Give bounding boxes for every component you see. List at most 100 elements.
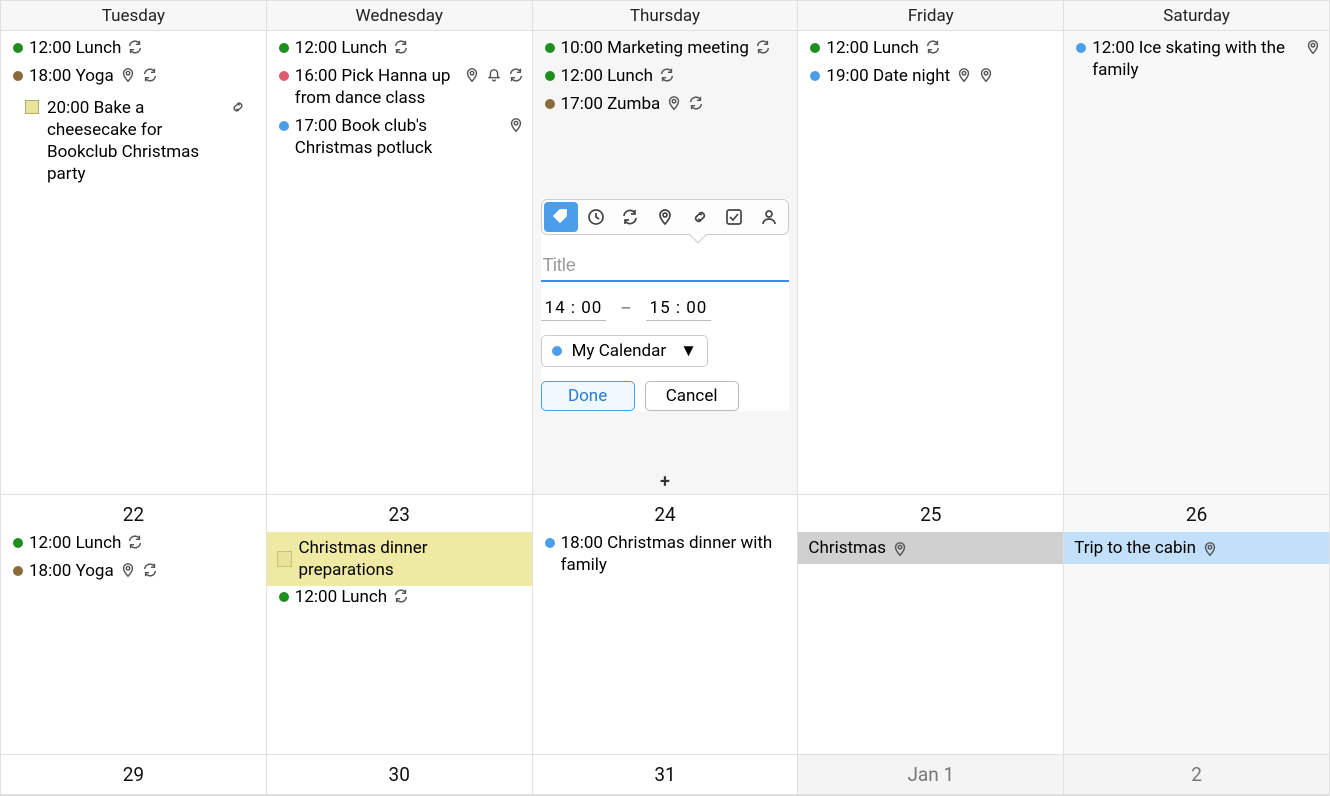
- repeat-icon: [393, 39, 409, 55]
- quick-add-popup: 14 : 00 – 15 : 00 My Calendar ▼ Done Can…: [541, 199, 790, 411]
- calendar-event[interactable]: 12:00 Lunch: [810, 37, 1055, 59]
- day-cell[interactable]: 12:00 Lunch 16:00 Pick Hanna up from dan…: [267, 31, 533, 495]
- events-list: 12:00 Lunch 19:00 Date night: [798, 37, 1063, 87]
- date-label: 22: [1, 503, 266, 526]
- week-row: 22 12:00 Lunch 18:00 Yoga 23 Christmas d…: [1, 495, 1329, 755]
- day-cell[interactable]: 26 Trip to the cabin: [1064, 495, 1329, 755]
- time-dash: –: [620, 299, 631, 319]
- calendar-event[interactable]: 12:00 Lunch: [13, 37, 258, 59]
- event-title: Lunch: [873, 38, 919, 58]
- calendar-event[interactable]: 12:00 Lunch: [279, 37, 524, 59]
- event-time: 18:00: [29, 66, 71, 86]
- tool-repeat[interactable]: [613, 202, 648, 232]
- tool-tag[interactable]: [544, 202, 579, 232]
- event-color-dot: [13, 566, 23, 576]
- calendar-select-label: My Calendar: [572, 341, 667, 361]
- day-cell[interactable]: 30: [267, 755, 533, 795]
- event-time: 12:00: [295, 587, 337, 607]
- calendar-event[interactable]: 17:00 Book club's Christmas potluck: [279, 115, 524, 159]
- event-color-dot: [279, 121, 289, 131]
- event-time: 16:00: [295, 66, 337, 86]
- day-cell[interactable]: 12:00 Lunch 18:00 Yoga 20:00 Bake a chee…: [1, 31, 267, 495]
- day-cell[interactable]: 12:00 Lunch 19:00 Date night: [798, 31, 1064, 495]
- event-time: 12:00: [29, 38, 71, 58]
- bell-icon: [486, 67, 502, 83]
- location-icon: [1305, 39, 1321, 55]
- weekday-header-cell: Friday: [798, 1, 1064, 31]
- events-list: 12:00 Lunch 18:00 Yoga: [1, 532, 266, 582]
- date-label: 30: [267, 763, 532, 786]
- calendar-event[interactable]: 10:00 Marketing meeting: [545, 37, 790, 59]
- calendar-event[interactable]: 12:00 Lunch: [279, 586, 524, 608]
- event-time: 18:00: [561, 533, 603, 553]
- start-time-field[interactable]: 14 : 00: [541, 296, 607, 321]
- allday-bar-event[interactable]: Trip to the cabin: [1064, 532, 1329, 564]
- location-icon: [978, 67, 994, 83]
- date-label: 23: [267, 503, 532, 526]
- event-title: Lunch: [341, 38, 387, 58]
- tool-checklist[interactable]: [717, 202, 752, 232]
- allday-bar-event[interactable]: Christmas: [798, 532, 1063, 564]
- location-icon: [1202, 541, 1218, 557]
- location-icon: [120, 562, 136, 578]
- event-color-dot: [810, 43, 820, 53]
- tool-location[interactable]: [648, 202, 683, 232]
- events-list: 10:00 Marketing meeting 12:00 Lunch 17:0…: [533, 37, 798, 115]
- weekday-header-cell: Tuesday: [1, 1, 267, 31]
- cancel-button[interactable]: Cancel: [645, 381, 739, 411]
- repeat-icon: [127, 534, 143, 550]
- calendar-event[interactable]: 19:00 Date night: [810, 65, 1055, 87]
- calendar-event[interactable]: 12:00 Lunch: [13, 532, 258, 554]
- tool-attendees[interactable]: [752, 202, 787, 232]
- day-cell[interactable]: 29: [1, 755, 267, 795]
- end-time-field[interactable]: 15 : 00: [646, 296, 712, 321]
- calendar-event[interactable]: 12:00 Ice skating with the family: [1076, 37, 1321, 81]
- add-event-button[interactable]: +: [660, 471, 670, 492]
- event-color-dot: [13, 538, 23, 548]
- date-label: Jan 1: [798, 763, 1063, 786]
- done-button[interactable]: Done: [541, 381, 635, 411]
- caret-down-icon: ▼: [680, 341, 697, 361]
- event-time: 12:00: [29, 533, 71, 553]
- calendar-event[interactable]: 18:00 Yoga: [13, 560, 258, 582]
- day-cell[interactable]: 23 Christmas dinner preparations 12:00 L…: [267, 495, 533, 755]
- event-title-input[interactable]: [541, 251, 790, 282]
- event-title: Yoga: [76, 561, 114, 581]
- event-color-dot: [279, 71, 289, 81]
- repeat-icon: [142, 67, 158, 83]
- event-title: Lunch: [76, 533, 122, 553]
- day-cell[interactable]: 22 12:00 Lunch 18:00 Yoga: [1, 495, 267, 755]
- events-list: 12:00 Lunch 16:00 Pick Hanna up from dan…: [267, 37, 532, 159]
- calendar-event[interactable]: 12:00 Lunch: [545, 65, 790, 87]
- calendar-event[interactable]: 17:00 Zumba: [545, 93, 790, 115]
- calendar-select[interactable]: My Calendar ▼: [541, 335, 708, 367]
- date-label: 29: [1, 763, 266, 786]
- repeat-icon: [142, 562, 158, 578]
- day-cell[interactable]: 12:00 Ice skating with the family: [1064, 31, 1329, 495]
- repeat-icon: [659, 67, 675, 83]
- link-icon: [230, 99, 246, 115]
- calendar-event[interactable]: 16:00 Pick Hanna up from dance class: [279, 65, 524, 109]
- allday-event[interactable]: 20:00 Bake a cheesecake for Bookclub Chr…: [17, 93, 254, 189]
- calendar-event[interactable]: 18:00 Christmas dinner with family: [545, 532, 790, 576]
- day-cell[interactable]: 24 18:00 Christmas dinner with family: [533, 495, 799, 755]
- weekday-header-cell: Saturday: [1064, 1, 1329, 31]
- allday-bar-event[interactable]: Christmas dinner preparations: [267, 532, 532, 586]
- weekday-header-cell: Thursday: [533, 1, 799, 31]
- weekday-header-cell: Wednesday: [267, 1, 533, 31]
- location-icon: [508, 117, 524, 133]
- repeat-icon: [127, 39, 143, 55]
- day-cell[interactable]: 31: [533, 755, 799, 795]
- day-cell[interactable]: 2: [1064, 755, 1329, 795]
- event-title: Lunch: [341, 587, 387, 607]
- date-label: 2: [1064, 763, 1329, 786]
- event-time: 12:00: [561, 66, 603, 86]
- day-cell[interactable]: 10:00 Marketing meeting 12:00 Lunch 17:0…: [533, 31, 799, 495]
- calendar-event[interactable]: 18:00 Yoga: [13, 65, 258, 87]
- week-row: 293031Jan 12: [1, 755, 1329, 795]
- date-label: 31: [533, 763, 798, 786]
- tool-clock[interactable]: [578, 202, 613, 232]
- day-cell[interactable]: Jan 1: [798, 755, 1064, 795]
- event-color-dot: [545, 99, 555, 109]
- day-cell[interactable]: 25 Christmas: [798, 495, 1064, 755]
